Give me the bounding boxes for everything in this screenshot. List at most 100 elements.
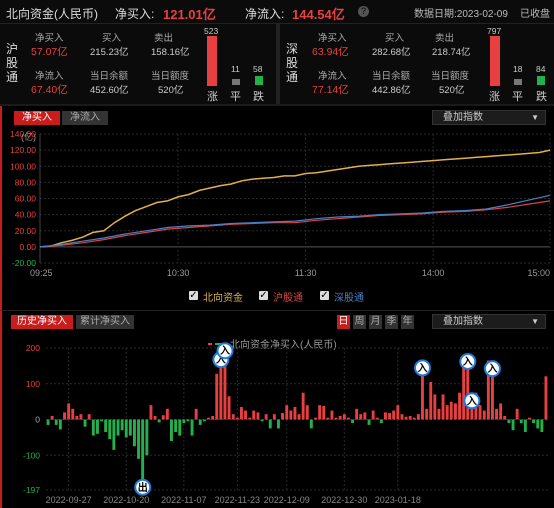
bar (252, 410, 256, 420)
bar (141, 419, 145, 480)
checkbox-shen[interactable]: ✓ (320, 291, 329, 301)
bar (277, 419, 280, 429)
bar (437, 408, 441, 420)
x-tick-label: 11:30 (295, 268, 317, 278)
y-tick-label: 100.00 (10, 161, 36, 171)
y-tick-label: -20.00 (12, 258, 36, 268)
bar (149, 405, 153, 420)
hu-connect-panel: 沪股通 净买入 57.07亿 买入 215.23亿 卖出 158.16亿 净流入… (0, 24, 276, 104)
y-tick-label: 0.00 (19, 242, 36, 252)
bar (219, 367, 223, 420)
bar (170, 419, 173, 441)
bar (211, 416, 215, 420)
bar (285, 405, 289, 420)
flow-marker-label: 入 (487, 363, 497, 375)
bar (153, 416, 157, 420)
legend-shen: 深股通 (334, 293, 364, 304)
bar (347, 417, 350, 420)
bar (203, 419, 206, 422)
bar (375, 417, 379, 420)
flow-marker-label: 出 (138, 481, 148, 494)
bar (363, 412, 367, 420)
bar (75, 416, 79, 420)
history-overlay-dropdown[interactable]: 叠加指数 ▼ (432, 314, 546, 329)
bar (46, 419, 50, 425)
y-tick-label: -100 (23, 450, 40, 460)
bar (499, 403, 503, 420)
hu-up-bar (207, 36, 217, 86)
shen-net-buy-value: 63.94亿 (312, 46, 349, 58)
bar (104, 419, 108, 432)
bar (371, 410, 375, 420)
shen-balance-label: 当日余额 (372, 71, 411, 82)
bar (523, 419, 527, 432)
tab-history-net-buy[interactable]: 历史净买入 (11, 315, 73, 329)
bar (248, 417, 252, 420)
bar (186, 419, 190, 422)
data-date: 数据日期:2023-02-09 (414, 9, 508, 20)
tab-net-inflow[interactable]: 净流入 (62, 111, 108, 125)
shen-connect-panel: 深股通 净买入 63.94亿 买入 282.68亿 卖出 218.74亿 净流入… (280, 24, 554, 104)
x-tick-label: 2022-11-07 (161, 495, 206, 505)
bar (478, 405, 482, 420)
hu-sell-value: 158.16亿 (151, 47, 190, 58)
x-tick-label: 2022-11-23 (215, 495, 260, 505)
header-bar: 北向资金(人民币) 净买入: 121.01亿 净流入: 144.54亿 ? 数据… (0, 0, 554, 24)
bar (194, 408, 198, 420)
shen-flat-label: 平 (512, 91, 523, 103)
bar (515, 408, 519, 420)
bar (392, 410, 396, 420)
bar (289, 410, 293, 420)
period-week[interactable]: 周 (353, 315, 366, 329)
hu-flat-bar (232, 79, 240, 85)
period-day[interactable]: 日 (337, 315, 350, 329)
flow-marker-label: 入 (463, 356, 473, 368)
bar (227, 396, 231, 420)
bar (58, 419, 62, 430)
bar (79, 414, 83, 420)
bar (454, 403, 457, 420)
bar (293, 407, 297, 420)
hu-quota-label: 当日额度 (151, 71, 190, 82)
bar (351, 419, 354, 424)
hu-quota-value: 520亿 (158, 85, 184, 96)
hu-sell-label: 卖出 (154, 33, 174, 44)
y-tick-label: 100 (26, 379, 40, 389)
help-icon[interactable]: ? (358, 6, 369, 17)
tab-cumulative-net-buy[interactable]: 累计净买入 (76, 315, 134, 329)
bar (120, 419, 124, 431)
checkbox-north[interactable]: ✓ (189, 291, 198, 301)
history-bar-chart: 北向资金净买入(人民币) 200 100 0 -100 -197 2022-09-27 202… (23, 338, 548, 505)
bar (355, 408, 359, 420)
bar (421, 375, 424, 420)
bar (503, 416, 507, 420)
shen-down-bar (537, 76, 545, 85)
chevron-down-icon: ▼ (531, 113, 539, 122)
period-year[interactable]: 年 (401, 315, 414, 329)
bar (231, 414, 235, 420)
period-quarter[interactable]: 季 (385, 315, 398, 329)
bar (408, 416, 412, 420)
bar (174, 419, 178, 432)
checkbox-hu[interactable]: ✓ (259, 291, 268, 301)
hu-down-label: 跌 (253, 91, 264, 103)
shen-up-bar (490, 36, 500, 86)
bar (256, 412, 260, 420)
bar-legend: 北向资金净买入(人民币) (230, 338, 337, 351)
bar (470, 408, 474, 420)
bar (326, 417, 330, 420)
shen-sell-label: 卖出 (435, 33, 455, 44)
flow-marker-label: 入 (467, 395, 477, 407)
hu-buy-label: 买入 (102, 33, 122, 44)
bar (297, 414, 301, 420)
bar (116, 419, 120, 436)
bar (133, 419, 136, 447)
bar (108, 419, 112, 440)
bar (145, 419, 149, 456)
y-tick-label: 140.00 (10, 129, 36, 139)
tab-net-buy[interactable]: 净买入 (14, 111, 60, 125)
bar (458, 392, 461, 420)
net-buy-value: 121.01亿 (163, 7, 216, 22)
period-month[interactable]: 月 (369, 315, 382, 329)
overlay-index-dropdown[interactable]: 叠加指数 ▼ (432, 110, 546, 125)
